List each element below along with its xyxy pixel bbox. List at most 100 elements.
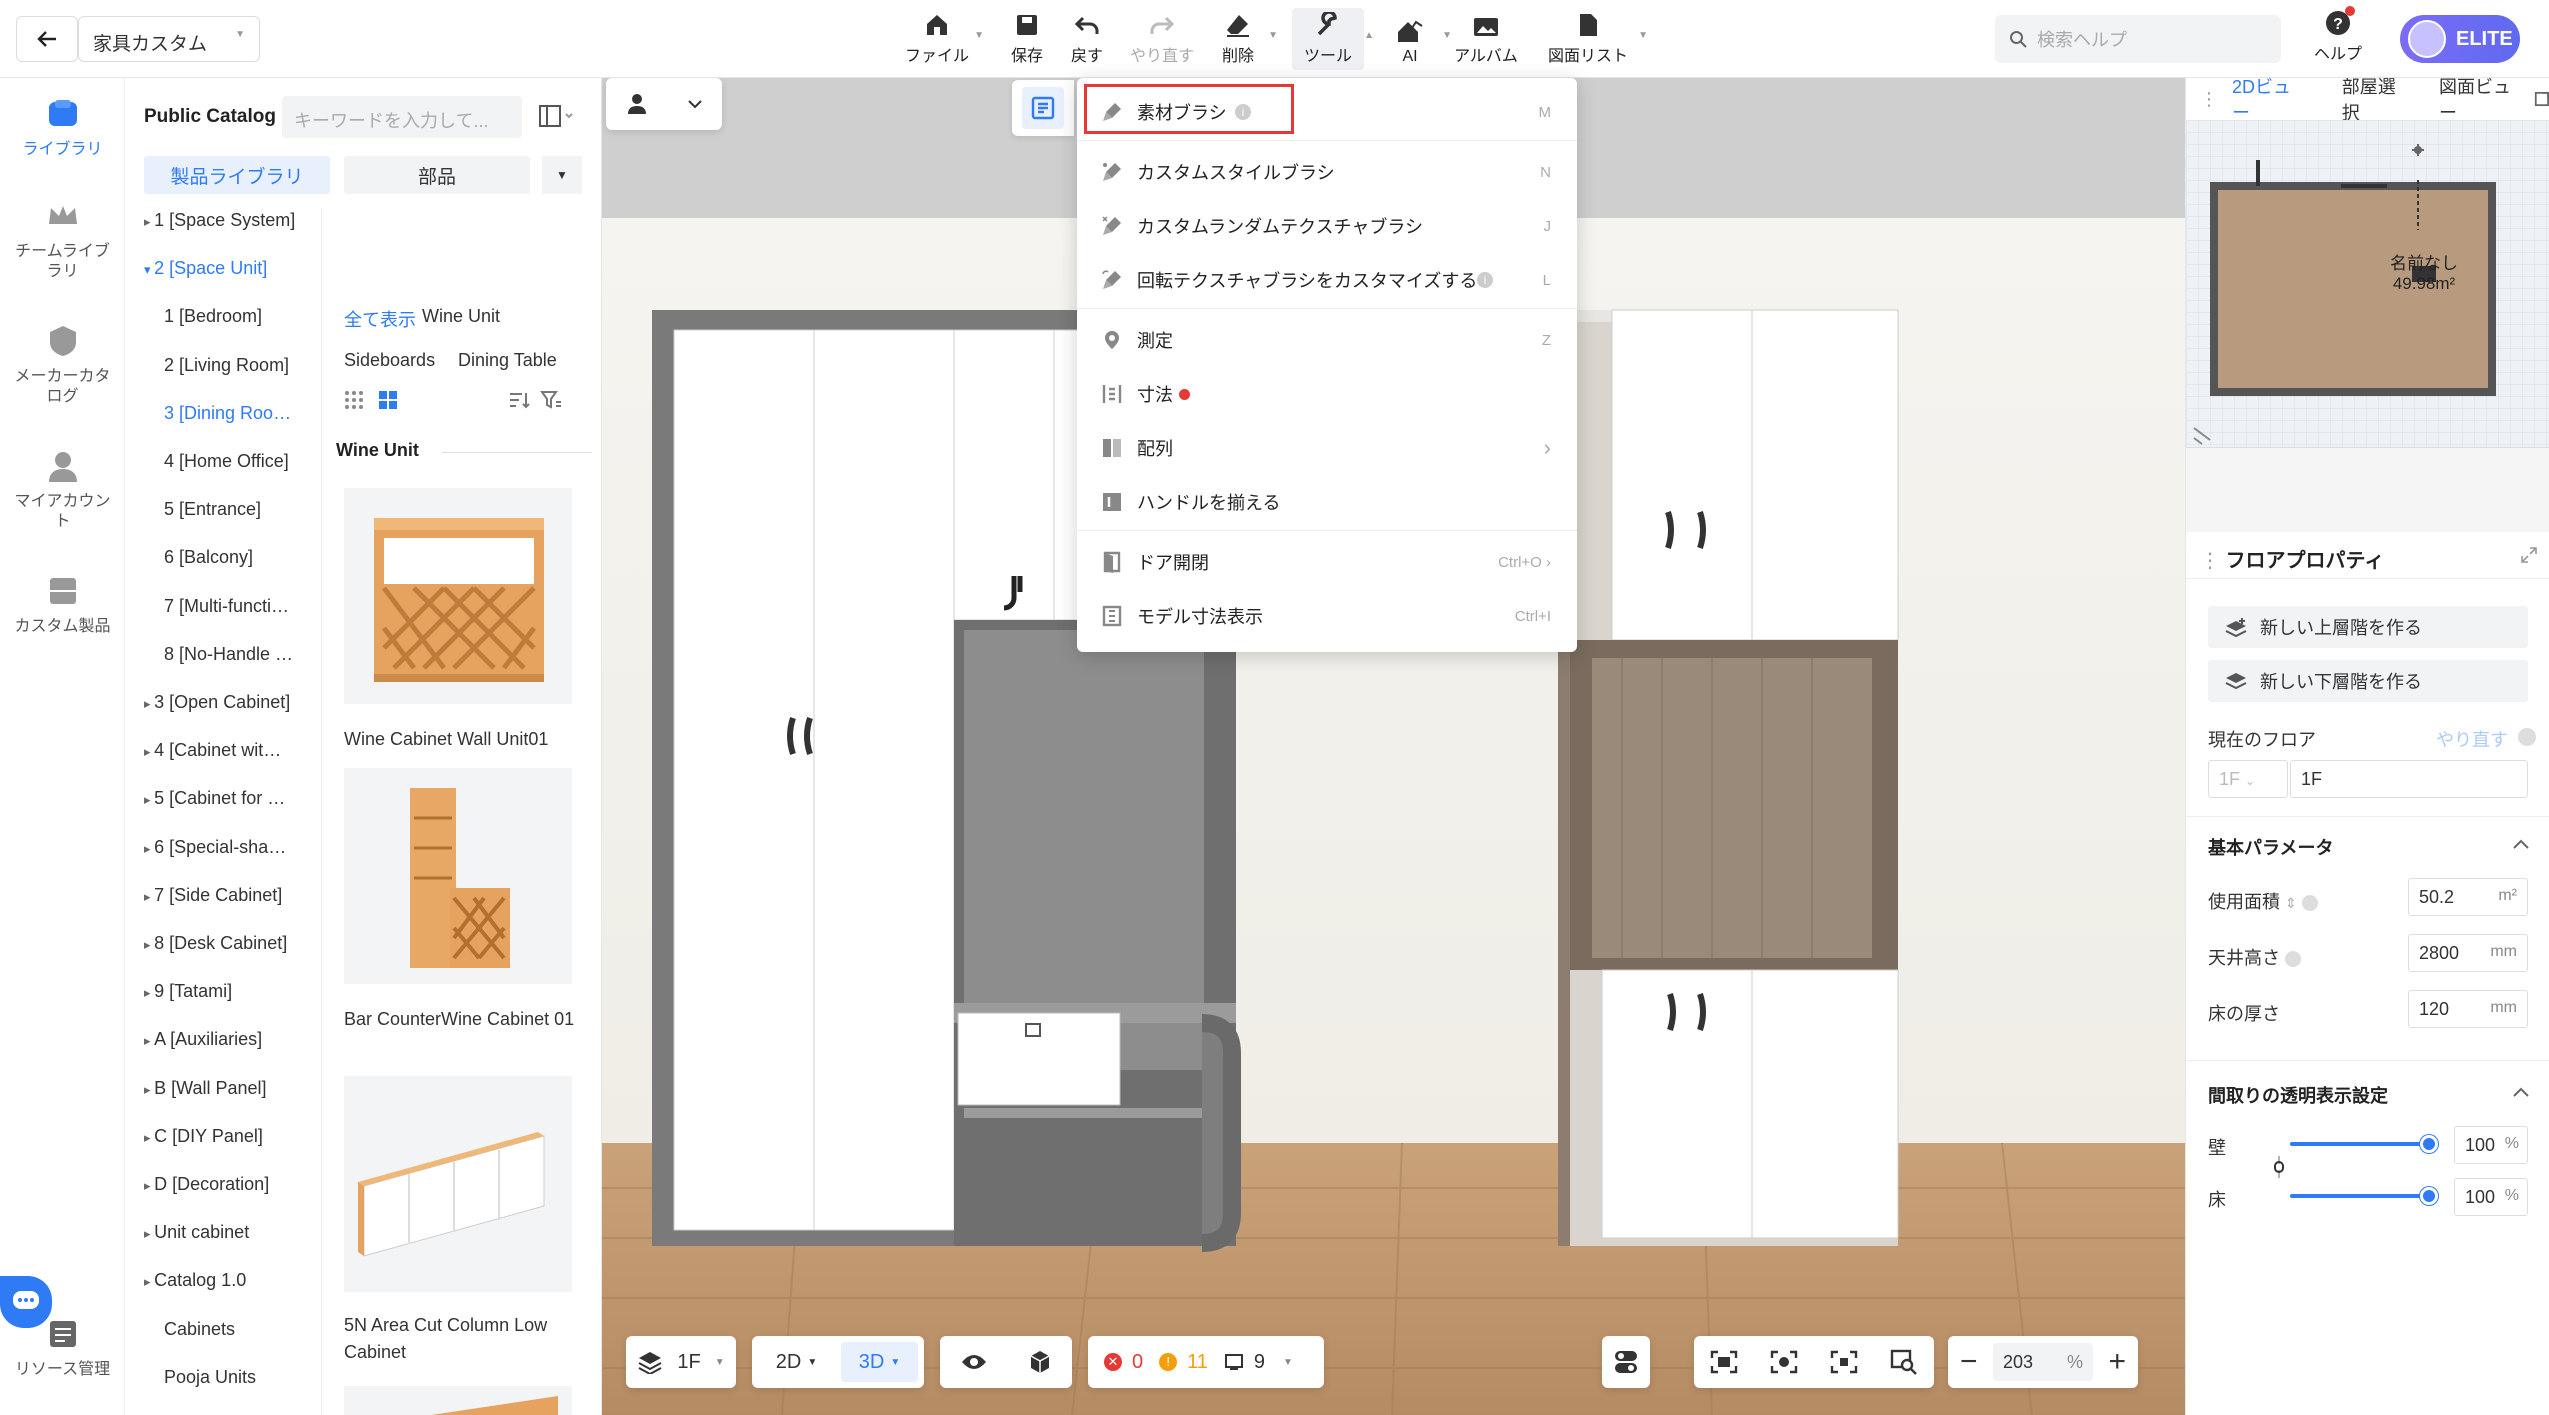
expand-icon[interactable] [2520,546,2538,564]
menu-item-array[interactable]: 配列 › [1077,422,1577,474]
filter-dining-table[interactable]: Dining Table [458,350,557,371]
tree-item[interactable]: 7 [Multi-functi… [164,596,289,617]
album-button[interactable]: アルバム [1450,8,1522,70]
sort-toggle-icon[interactable]: ⇕ [2285,895,2297,911]
filter-sideboards[interactable]: Sideboards [344,350,435,371]
tree-item[interactable]: ▸ A [Auxiliaries] [144,1029,262,1050]
tree-item[interactable]: ▾ 2 [Space Unit] [144,258,267,279]
expand-arrow-icon[interactable]: ▸ [144,744,154,759]
tree-item[interactable]: 1 [Bedroom] [164,306,262,327]
floor-switcher[interactable]: 1F ▼ [626,1336,736,1388]
ai-menu[interactable]: AI ▼ [1380,8,1452,70]
tree-item[interactable]: 8 [No-Handle … [164,644,293,665]
expand-arrow-icon[interactable]: ▸ [144,1274,154,1289]
floor-thickness-input[interactable]: 120 mm [2408,990,2528,1028]
menu-item-measure[interactable]: 測定 Z [1077,314,1577,366]
tab-more-dropdown[interactable]: ▼ [542,156,582,194]
chevron-up-icon[interactable] [2512,838,2530,850]
tools-menu[interactable]: ツール ▲ [1292,8,1374,70]
tree-item[interactable]: ▸ 5 [Cabinet for … [144,788,285,809]
tree-item[interactable]: ▸ B [Wall Panel] [144,1078,267,1099]
menu-item-rotate-texture-brush[interactable]: 回転テクスチャブラシをカスタマイズする i L [1077,254,1577,306]
help-search-input[interactable]: 検索ヘルプ [1995,15,2281,63]
add-lower-floor-button[interactable]: 新しい下層階を作る [2208,660,2528,702]
rail-team-library[interactable]: チームライブラリ [0,198,125,282]
account-elite-badge[interactable]: ELITE [2400,15,2520,63]
zoom-out-button[interactable]: − [1960,1347,1978,1377]
focus-icon[interactable] [1830,1350,1858,1374]
menu-side-tab[interactable] [1012,80,1074,136]
zoom-region-icon[interactable] [1890,1349,1918,1375]
product-thumbnail[interactable] [344,768,572,984]
tab-room-select[interactable]: 部屋選択 [2342,73,2405,125]
expand-arrow-icon[interactable]: ▸ [144,889,154,904]
tree-item[interactable]: 4 [Home Office] [164,451,289,472]
menu-item-align-handles[interactable]: ハンドルを揃える [1077,476,1577,528]
help-button[interactable]: ? ヘルプ [2310,6,2366,70]
expand-arrow-icon[interactable]: ▸ [144,1082,154,1097]
tree-item[interactable]: ▸ Catalog 1.0 [144,1270,246,1291]
filter-all[interactable]: 全て表示 [344,306,416,332]
drag-handle-icon[interactable]: ⋮ [2200,89,2218,110]
tree-item[interactable]: ▸ D [Decoration] [144,1174,269,1195]
camera-view-dropdown[interactable] [606,78,722,130]
catalog-search-input[interactable]: キーワードを入力して... [282,96,522,138]
menu-item-dimension[interactable]: 寸法 [1077,368,1577,420]
tab-2d-view[interactable]: 2Dビュー [2232,73,2300,125]
menu-item-random-texture-brush[interactable]: カスタムランダムテクスチャブラシ J [1077,200,1577,252]
floor-select[interactable]: 1F ⌄ [2208,760,2288,798]
wall-opacity-slider[interactable] [2290,1142,2428,1146]
tree-item[interactable]: ▸ 7 [Side Cabinet] [144,885,282,906]
rail-custom-products[interactable]: カスタム製品 [0,573,125,637]
floor-redo-link[interactable]: やり直す [2436,726,2508,752]
area-input[interactable]: 50.2 m² [2408,878,2528,916]
menu-item-model-dimensions[interactable]: モデル寸法表示 Ctrl+I [1077,590,1577,642]
drag-handle-icon[interactable]: ⋮ [2200,550,2226,572]
chevron-up-icon[interactable] [2512,1086,2530,1098]
menu-item-door-toggle[interactable]: ドア開閉 Ctrl+O › [1077,536,1577,588]
grid-large-view-button[interactable] [378,390,398,410]
camera-settings-icon[interactable] [1770,1350,1798,1374]
issue-counter[interactable]: ✕ 0 ! 11 9 ▼ [1088,1336,1324,1388]
menu-item-style-brush[interactable]: カスタムスタイルブラシ N [1077,146,1577,198]
zoom-in-button[interactable]: + [2108,1347,2126,1377]
expand-arrow-icon[interactable]: ▸ [144,696,154,711]
rail-resource-management[interactable]: リソース管理 [0,1316,125,1380]
floor-opacity-slider[interactable] [2290,1194,2428,1198]
cube-icon[interactable] [1027,1349,1053,1375]
tree-item[interactable]: Cabinets [164,1319,235,1340]
expand-arrow-icon[interactable]: ▸ [144,1226,154,1241]
undo-button[interactable]: 戻す [1060,8,1114,70]
add-upper-floor-button[interactable]: 新しい上層階を作る [2208,606,2528,648]
mode-3d-button[interactable]: 3D ▼ [841,1342,918,1382]
expand-arrow-icon[interactable]: ▸ [144,1178,154,1193]
expand-arrow-icon[interactable]: ▸ [144,214,154,229]
tree-item[interactable]: 3 [Dining Roo… [164,403,291,424]
tree-item[interactable]: ▸ 9 [Tatami] [144,981,232,1002]
file-menu[interactable]: ファイル ▼ [902,8,984,70]
tree-item[interactable]: ▸ C [DIY Panel] [144,1126,263,1147]
tree-item[interactable]: ▸ Unit cabinet [144,1222,249,1243]
tree-item[interactable]: Pooja Units [164,1367,256,1388]
tab-drawing-view[interactable]: 図面ビュー [2439,73,2518,125]
back-button[interactable] [16,16,78,62]
product-thumbnail[interactable] [344,1076,572,1292]
tab-product-library[interactable]: 製品ライブラリ [144,156,330,194]
rail-maker-catalog[interactable]: メーカーカタログ [0,323,125,407]
sort-button[interactable] [508,390,530,410]
link-icon[interactable] [2272,1152,2286,1182]
tree-item[interactable]: 6 [Balcony] [164,547,253,568]
expand-arrow-icon[interactable]: ▸ [144,841,154,856]
tree-item[interactable]: ▸ 1 [Space System] [144,210,295,231]
ceiling-height-input[interactable]: 2800 mm [2408,934,2528,972]
rail-my-account[interactable]: マイアカウント [0,448,125,532]
tree-item[interactable]: 2 [Living Room] [164,355,289,376]
settings-toggle-button[interactable] [1602,1336,1650,1388]
expand-arrow-icon[interactable]: ▸ [144,1130,154,1145]
drawing-list-menu[interactable]: 図面リスト ▼ [1540,8,1648,70]
grid-small-view-button[interactable] [344,390,364,410]
zoom-input[interactable]: 203% [1993,1343,2093,1381]
wall-slider-handle[interactable] [2420,1135,2438,1153]
floor-slider-handle[interactable] [2420,1187,2438,1205]
tree-item[interactable]: 5 [Entrance] [164,499,261,520]
